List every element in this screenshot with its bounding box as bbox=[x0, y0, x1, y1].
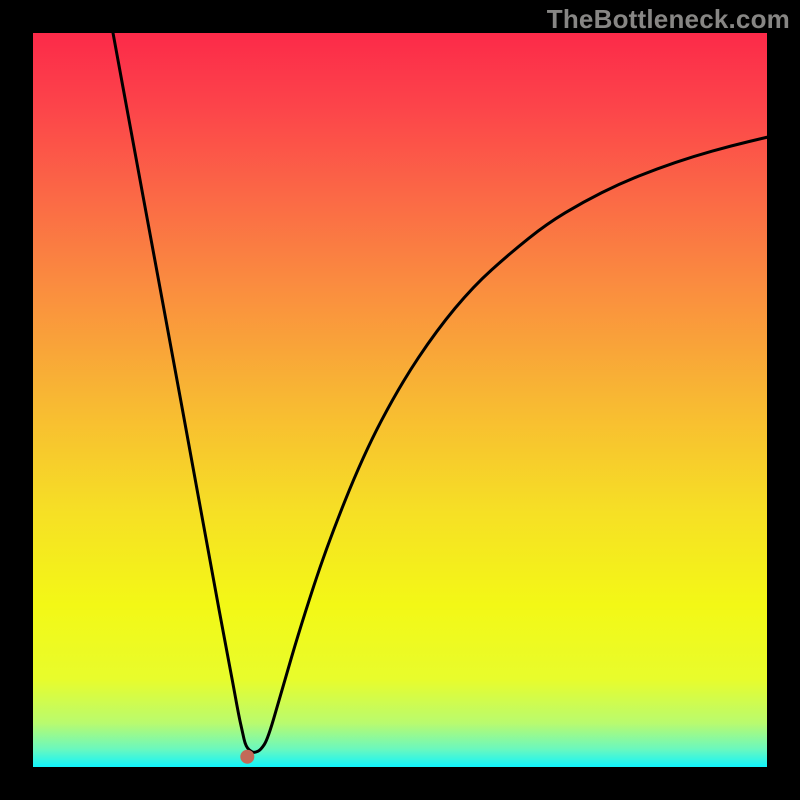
watermark-text: TheBottleneck.com bbox=[547, 4, 790, 35]
chart-canvas bbox=[0, 0, 800, 800]
minimum-marker bbox=[240, 750, 254, 764]
chart-frame: TheBottleneck.com bbox=[0, 0, 800, 800]
plot-background bbox=[33, 33, 767, 767]
